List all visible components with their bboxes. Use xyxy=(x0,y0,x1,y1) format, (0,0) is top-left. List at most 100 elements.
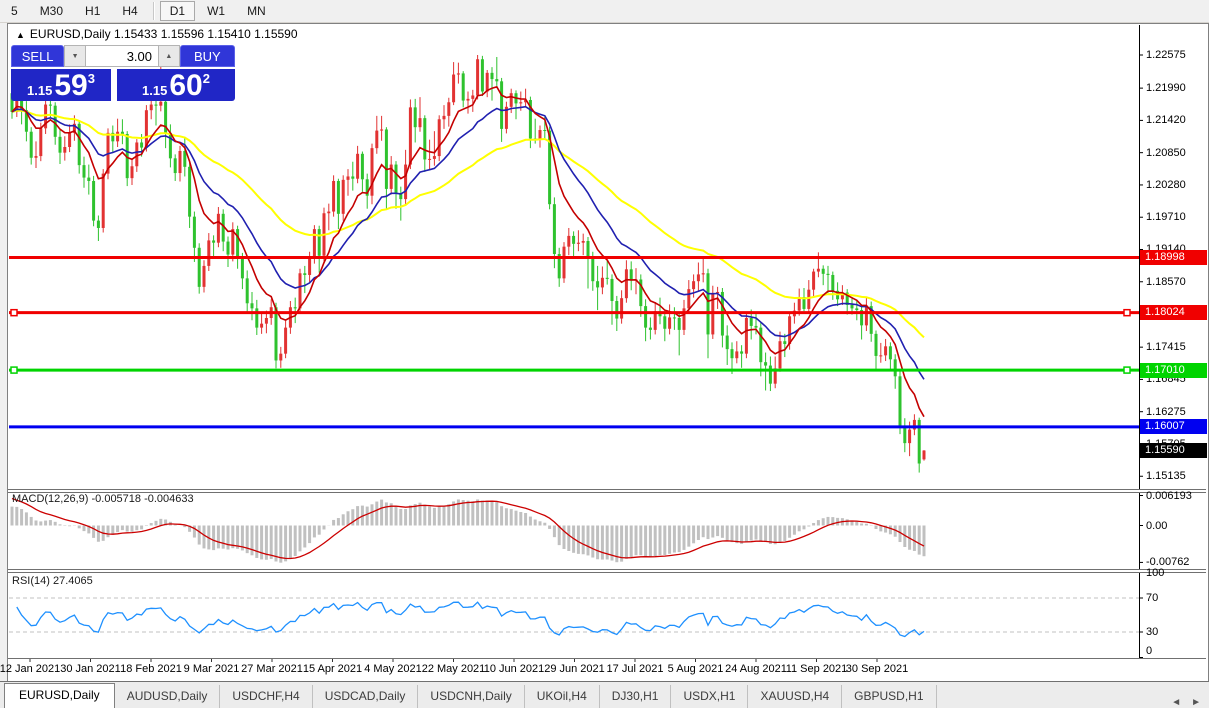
candle-body xyxy=(30,132,33,158)
price-level-badge: 1.17010 xyxy=(1140,363,1207,378)
candle-body xyxy=(227,242,230,255)
candle-body xyxy=(735,351,738,358)
candle-body xyxy=(783,341,786,344)
candle-body xyxy=(903,428,906,443)
buy-price-display[interactable]: 1.15 60 2 xyxy=(117,69,235,101)
chart-tab-audusd[interactable]: AUDUSD,Daily xyxy=(115,685,221,708)
candle-body xyxy=(697,274,700,281)
chart-tab-eurusd[interactable]: EURUSD,Daily xyxy=(4,683,115,708)
price-level-badge: 1.18998 xyxy=(1140,250,1207,265)
chart-tab-gbpusd[interactable]: GBPUSD,H1 xyxy=(842,685,936,708)
candle-body xyxy=(54,106,57,137)
window-collapse-icon[interactable]: ▲ xyxy=(16,30,25,40)
candle-body xyxy=(145,110,148,147)
buy-button[interactable]: BUY xyxy=(180,45,235,67)
candle-body xyxy=(750,318,753,326)
date-label: 27 Mar 2021 xyxy=(241,663,303,675)
candle-body xyxy=(404,165,407,200)
candle-body xyxy=(414,107,417,127)
candle-body xyxy=(447,102,450,116)
candle-body xyxy=(673,317,676,318)
candle-body xyxy=(500,81,503,129)
current-price-badge: 1.15590 xyxy=(1140,443,1207,458)
candle-body xyxy=(260,324,263,328)
rsi-line xyxy=(17,602,924,636)
chart-tab-usdx[interactable]: USDX,H1 xyxy=(671,685,748,708)
candle-body xyxy=(615,301,618,319)
rsi-tick-label: 100 xyxy=(1146,567,1164,579)
candle-body xyxy=(596,281,599,287)
tab-scroll-right-icon[interactable]: ► xyxy=(1191,697,1201,708)
candle-body xyxy=(299,273,302,308)
candle-body xyxy=(827,274,830,275)
candle-body xyxy=(371,148,374,196)
candle-body xyxy=(409,107,412,164)
volume-input[interactable] xyxy=(86,45,158,67)
line-handle[interactable] xyxy=(1124,310,1130,316)
candle-body xyxy=(769,366,772,384)
candle-body xyxy=(183,151,186,167)
date-label: 12 Jan 2021 xyxy=(0,663,60,675)
chart-tab-xauusd[interactable]: XAUUSD,H4 xyxy=(748,685,842,708)
candle-body xyxy=(755,326,758,328)
main-macd-divider[interactable] xyxy=(8,489,1206,493)
candle-body xyxy=(39,128,42,156)
candle-body xyxy=(265,318,268,324)
date-label: 11 Sep 2021 xyxy=(786,663,848,675)
candle-body xyxy=(318,229,321,256)
line-handle[interactable] xyxy=(11,310,17,316)
candle-body xyxy=(495,79,498,81)
candle-body xyxy=(246,278,249,303)
candle-body xyxy=(923,450,926,459)
candle-body xyxy=(831,275,834,291)
candle-body xyxy=(68,133,71,147)
candle-body xyxy=(486,73,489,92)
line-handle[interactable] xyxy=(1124,367,1130,373)
tab-scroll-arrows: ◄► xyxy=(1171,697,1209,708)
chart-tab-bar: EURUSD,DailyAUDUSD,DailyUSDCHF,H4USDCAD,… xyxy=(0,681,1209,708)
chart-tab-usdchf[interactable]: USDCHF,H4 xyxy=(220,685,312,708)
date-label: 22 May 2021 xyxy=(422,663,486,675)
candle-body xyxy=(347,176,350,179)
chart-tab-usdcad[interactable]: USDCAD,Daily xyxy=(313,685,419,708)
volume-decrease-button[interactable]: ▼ xyxy=(64,45,86,67)
candle-body xyxy=(692,281,695,289)
candle-body xyxy=(625,269,628,298)
candle-body xyxy=(779,341,782,368)
candle-body xyxy=(313,229,316,258)
chart-tab-dj30[interactable]: DJ30,H1 xyxy=(600,685,672,708)
candle-body xyxy=(788,316,791,344)
chart-tab-usdcnh[interactable]: USDCNH,Daily xyxy=(418,685,524,708)
candle-body xyxy=(889,346,892,359)
buy-price-pips: 60 xyxy=(169,72,202,100)
candle-body xyxy=(606,278,609,279)
sell-price-display[interactable]: 1.15 59 3 xyxy=(11,69,111,101)
sell-button[interactable]: SELL xyxy=(11,45,64,67)
candle-body xyxy=(419,118,422,127)
price-tick-label: 1.16275 xyxy=(1146,406,1186,418)
price-tick-label: 1.19710 xyxy=(1146,211,1186,223)
candle-body xyxy=(337,181,340,214)
date-label: 30 Jan 2021 xyxy=(60,663,121,675)
candle-body xyxy=(59,137,62,153)
chart-symbol-label: EURUSD,Daily xyxy=(30,27,111,41)
candle-body xyxy=(572,236,575,244)
candle-body xyxy=(543,130,546,131)
candle-body xyxy=(135,142,138,166)
date-label: 17 Jul 2021 xyxy=(607,663,664,675)
volume-increase-button[interactable]: ▲ xyxy=(158,45,180,67)
candle-body xyxy=(807,290,810,309)
ohlc-low: 1.15410 xyxy=(207,27,250,41)
candle-body xyxy=(212,240,215,242)
candle-body xyxy=(707,273,710,334)
candle-body xyxy=(356,154,359,179)
line-handle[interactable] xyxy=(11,367,17,373)
chart-tab-ukoil[interactable]: UKOil,H4 xyxy=(525,685,600,708)
macd-rsi-divider[interactable] xyxy=(8,569,1206,573)
candle-body xyxy=(150,105,153,111)
chart-canvas[interactable] xyxy=(0,0,1209,707)
tab-scroll-left-icon[interactable]: ◄ xyxy=(1171,697,1181,708)
candle-body xyxy=(49,105,52,106)
candle-body xyxy=(587,241,590,259)
candle-body xyxy=(678,318,681,330)
